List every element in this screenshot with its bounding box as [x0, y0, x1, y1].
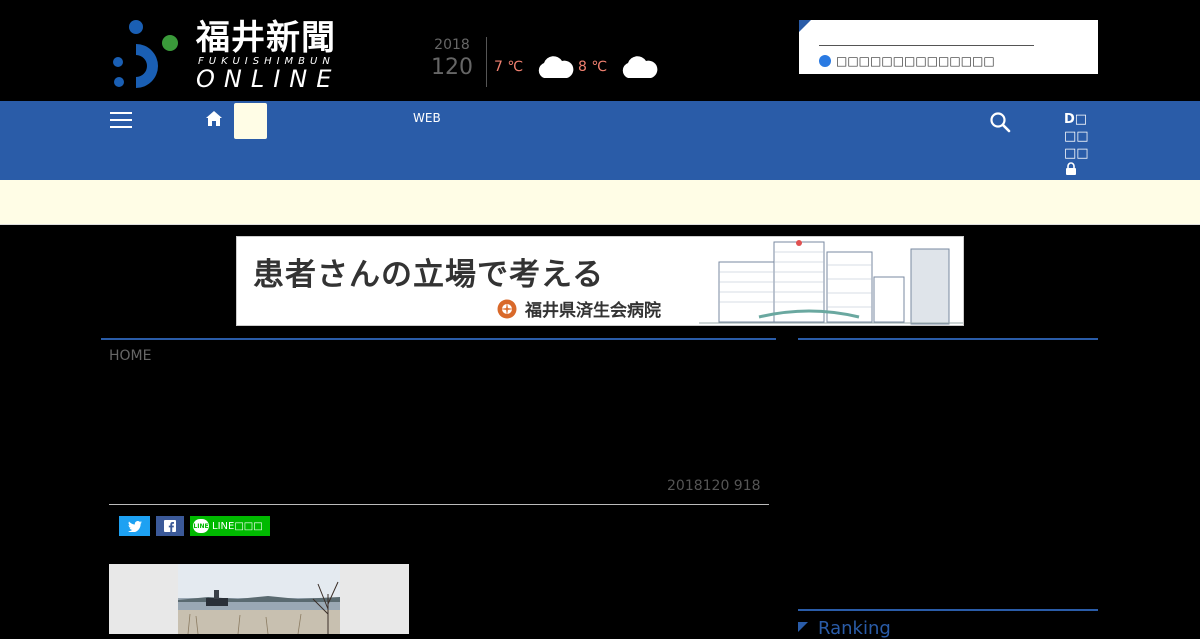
banner-hospital: 福井県済生会病院 [497, 296, 661, 321]
weather-tomorrow: 8 ℃ [578, 54, 659, 80]
ranking-title: Ranking [818, 618, 891, 639]
main-nav: WEB D□ □□ □□ [0, 101, 1200, 180]
weather-temp: 7 ℃ [494, 59, 524, 75]
account-line: □□ [1064, 146, 1089, 161]
weather-today: 7 ℃ [494, 54, 575, 80]
cloud-icon [622, 56, 658, 78]
nav-item-web[interactable]: WEB [413, 111, 441, 125]
bullet-icon [819, 55, 831, 67]
notice-text: □□□□□□□□□□□□□□ [836, 54, 995, 68]
nav-tab-active[interactable] [234, 103, 267, 139]
facebook-icon [164, 520, 176, 532]
ranking-corner [798, 622, 808, 632]
share-line-label: LINE□□□ [212, 520, 263, 532]
share-line-button[interactable]: LINE LINE□□□ [190, 516, 270, 536]
share-facebook-button[interactable] [156, 516, 184, 536]
article-top-rule [101, 338, 776, 340]
account-line: □□ [1064, 129, 1089, 144]
hospital-emblem-icon [497, 299, 517, 318]
logo-online: ONLINE [196, 65, 341, 93]
logo-title: 福井新聞 [196, 18, 336, 58]
date-display: 2018 120 [428, 36, 476, 82]
lock-icon [1066, 162, 1076, 175]
ranking-top-rule [798, 609, 1098, 611]
article-column: HOME 2018120 918 LINE LINE□□□ [101, 338, 776, 634]
banner-hospital-name: 福井県済生会病院 [525, 301, 661, 321]
notice-divider [819, 45, 1034, 46]
home-icon[interactable] [204, 109, 224, 129]
line-icon: LINE [193, 519, 209, 533]
site-header: 福井新聞 FUKUISHIMBUN ONLINE 2018 120 7 ℃ 8 … [0, 0, 1200, 101]
sidebar: Ranking [798, 338, 1098, 639]
article-date: 2018120 918 [667, 478, 761, 494]
search-icon[interactable] [989, 111, 1011, 133]
menu-icon[interactable] [110, 112, 132, 128]
breadcrumb[interactable]: HOME [109, 348, 151, 364]
notice-box: □□□□□□□□□□□□□□ [799, 20, 1098, 74]
river-photo-image [178, 564, 340, 634]
article-photo[interactable] [109, 564, 409, 634]
logo-mark-icon [113, 20, 178, 88]
notice-corner [799, 20, 811, 32]
hospital-banner-ad[interactable]: 患者さんの立場で考える 福井県済生会病院 [236, 236, 964, 326]
article-divider [109, 504, 769, 505]
weather-temp: 8 ℃ [578, 59, 608, 75]
share-bar: LINE LINE□□□ [119, 516, 276, 536]
header-divider [486, 37, 487, 87]
site-logo[interactable]: 福井新聞 FUKUISHIMBUN ONLINE [110, 18, 355, 92]
banner-headline: 患者さんの立場で考える [253, 257, 605, 293]
notice-link[interactable]: □□□□□□□□□□□□□□ [819, 54, 995, 68]
news-ticker [0, 180, 1200, 225]
date-day: 120 [431, 55, 473, 80]
twitter-icon [127, 520, 142, 532]
date-year: 2018 [434, 37, 470, 53]
share-twitter-button[interactable] [119, 516, 150, 536]
sidebar-top-rule [798, 338, 1098, 340]
account-line: D□ [1064, 112, 1088, 127]
account-login[interactable]: D□ □□ □□ [1064, 111, 1094, 175]
hospital-building-illustration [699, 240, 963, 325]
cloud-icon [538, 56, 574, 78]
